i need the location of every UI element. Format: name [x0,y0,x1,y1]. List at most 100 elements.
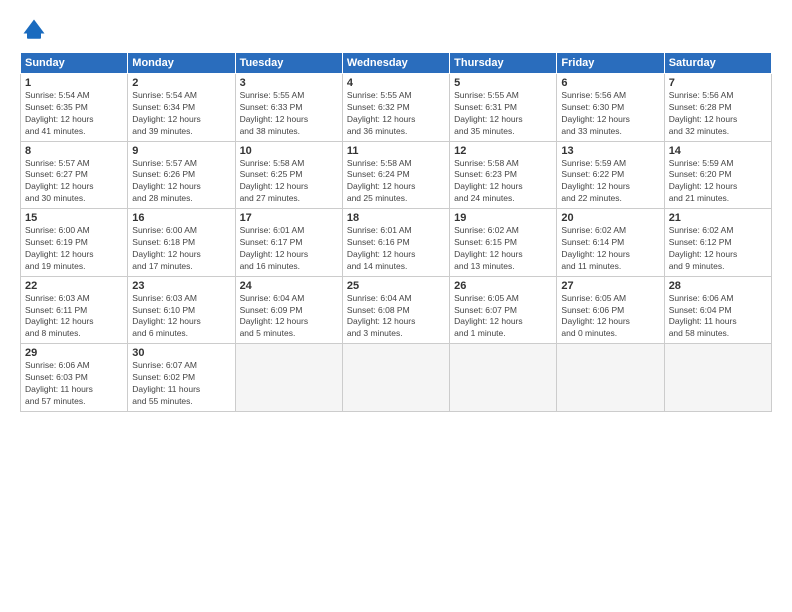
day-number: 26 [454,280,552,292]
day-cell: 19Sunrise: 6:02 AM Sunset: 6:15 PM Dayli… [450,209,557,277]
day-cell: 12Sunrise: 5:58 AM Sunset: 6:23 PM Dayli… [450,141,557,209]
day-info: Sunrise: 6:04 AM Sunset: 6:08 PM Dayligh… [347,293,445,341]
day-cell: 25Sunrise: 6:04 AM Sunset: 6:08 PM Dayli… [342,276,449,344]
day-info: Sunrise: 5:55 AM Sunset: 6:33 PM Dayligh… [240,90,338,138]
day-info: Sunrise: 5:57 AM Sunset: 6:26 PM Dayligh… [132,158,230,206]
day-number: 28 [669,280,767,292]
day-number: 5 [454,77,552,89]
day-info: Sunrise: 5:54 AM Sunset: 6:34 PM Dayligh… [132,90,230,138]
day-number: 16 [132,212,230,224]
week-row-1: 1Sunrise: 5:54 AM Sunset: 6:35 PM Daylig… [21,74,772,142]
col-header-wednesday: Wednesday [342,53,449,74]
day-info: Sunrise: 5:59 AM Sunset: 6:22 PM Dayligh… [561,158,659,206]
day-number: 10 [240,145,338,157]
day-info: Sunrise: 6:05 AM Sunset: 6:06 PM Dayligh… [561,293,659,341]
day-number: 14 [669,145,767,157]
day-info: Sunrise: 6:01 AM Sunset: 6:17 PM Dayligh… [240,225,338,273]
day-cell: 7Sunrise: 5:56 AM Sunset: 6:28 PM Daylig… [664,74,771,142]
day-number: 29 [25,347,123,359]
day-cell [450,344,557,412]
day-number: 13 [561,145,659,157]
day-cell: 29Sunrise: 6:06 AM Sunset: 6:03 PM Dayli… [21,344,128,412]
day-info: Sunrise: 5:55 AM Sunset: 6:31 PM Dayligh… [454,90,552,138]
day-cell: 10Sunrise: 5:58 AM Sunset: 6:25 PM Dayli… [235,141,342,209]
day-cell: 27Sunrise: 6:05 AM Sunset: 6:06 PM Dayli… [557,276,664,344]
day-cell [342,344,449,412]
day-cell [557,344,664,412]
day-cell: 5Sunrise: 5:55 AM Sunset: 6:31 PM Daylig… [450,74,557,142]
day-number: 19 [454,212,552,224]
col-header-monday: Monday [128,53,235,74]
day-number: 25 [347,280,445,292]
day-info: Sunrise: 5:59 AM Sunset: 6:20 PM Dayligh… [669,158,767,206]
day-info: Sunrise: 6:07 AM Sunset: 6:02 PM Dayligh… [132,360,230,408]
day-info: Sunrise: 5:58 AM Sunset: 6:23 PM Dayligh… [454,158,552,206]
day-info: Sunrise: 6:05 AM Sunset: 6:07 PM Dayligh… [454,293,552,341]
day-number: 7 [669,77,767,89]
day-number: 21 [669,212,767,224]
week-row-5: 29Sunrise: 6:06 AM Sunset: 6:03 PM Dayli… [21,344,772,412]
day-number: 11 [347,145,445,157]
week-row-3: 15Sunrise: 6:00 AM Sunset: 6:19 PM Dayli… [21,209,772,277]
day-number: 8 [25,145,123,157]
calendar-page: SundayMondayTuesdayWednesdayThursdayFrid… [0,0,792,612]
header-row: SundayMondayTuesdayWednesdayThursdayFrid… [21,53,772,74]
day-cell: 1Sunrise: 5:54 AM Sunset: 6:35 PM Daylig… [21,74,128,142]
day-info: Sunrise: 5:57 AM Sunset: 6:27 PM Dayligh… [25,158,123,206]
day-cell: 11Sunrise: 5:58 AM Sunset: 6:24 PM Dayli… [342,141,449,209]
day-cell: 4Sunrise: 5:55 AM Sunset: 6:32 PM Daylig… [342,74,449,142]
day-info: Sunrise: 6:03 AM Sunset: 6:11 PM Dayligh… [25,293,123,341]
col-header-tuesday: Tuesday [235,53,342,74]
day-cell: 6Sunrise: 5:56 AM Sunset: 6:30 PM Daylig… [557,74,664,142]
day-number: 12 [454,145,552,157]
day-number: 4 [347,77,445,89]
day-cell: 8Sunrise: 5:57 AM Sunset: 6:27 PM Daylig… [21,141,128,209]
day-info: Sunrise: 6:04 AM Sunset: 6:09 PM Dayligh… [240,293,338,341]
day-number: 18 [347,212,445,224]
day-cell: 18Sunrise: 6:01 AM Sunset: 6:16 PM Dayli… [342,209,449,277]
day-number: 20 [561,212,659,224]
day-cell: 23Sunrise: 6:03 AM Sunset: 6:10 PM Dayli… [128,276,235,344]
day-info: Sunrise: 5:54 AM Sunset: 6:35 PM Dayligh… [25,90,123,138]
day-number: 15 [25,212,123,224]
day-info: Sunrise: 5:58 AM Sunset: 6:25 PM Dayligh… [240,158,338,206]
week-row-2: 8Sunrise: 5:57 AM Sunset: 6:27 PM Daylig… [21,141,772,209]
day-number: 6 [561,77,659,89]
day-cell [235,344,342,412]
day-cell [664,344,771,412]
day-number: 9 [132,145,230,157]
day-cell: 24Sunrise: 6:04 AM Sunset: 6:09 PM Dayli… [235,276,342,344]
day-cell: 3Sunrise: 5:55 AM Sunset: 6:33 PM Daylig… [235,74,342,142]
day-info: Sunrise: 6:00 AM Sunset: 6:18 PM Dayligh… [132,225,230,273]
day-info: Sunrise: 5:56 AM Sunset: 6:28 PM Dayligh… [669,90,767,138]
week-row-4: 22Sunrise: 6:03 AM Sunset: 6:11 PM Dayli… [21,276,772,344]
day-number: 27 [561,280,659,292]
logo-icon [20,16,48,44]
day-info: Sunrise: 6:02 AM Sunset: 6:14 PM Dayligh… [561,225,659,273]
day-cell: 22Sunrise: 6:03 AM Sunset: 6:11 PM Dayli… [21,276,128,344]
logo [20,16,52,44]
col-header-thursday: Thursday [450,53,557,74]
day-number: 2 [132,77,230,89]
page-header [20,16,772,44]
day-number: 17 [240,212,338,224]
day-info: Sunrise: 6:02 AM Sunset: 6:15 PM Dayligh… [454,225,552,273]
day-cell: 17Sunrise: 6:01 AM Sunset: 6:17 PM Dayli… [235,209,342,277]
day-cell: 14Sunrise: 5:59 AM Sunset: 6:20 PM Dayli… [664,141,771,209]
day-number: 23 [132,280,230,292]
day-info: Sunrise: 6:00 AM Sunset: 6:19 PM Dayligh… [25,225,123,273]
day-cell: 28Sunrise: 6:06 AM Sunset: 6:04 PM Dayli… [664,276,771,344]
day-number: 22 [25,280,123,292]
calendar-table: SundayMondayTuesdayWednesdayThursdayFrid… [20,52,772,412]
col-header-sunday: Sunday [21,53,128,74]
day-info: Sunrise: 5:58 AM Sunset: 6:24 PM Dayligh… [347,158,445,206]
day-info: Sunrise: 6:02 AM Sunset: 6:12 PM Dayligh… [669,225,767,273]
day-cell: 2Sunrise: 5:54 AM Sunset: 6:34 PM Daylig… [128,74,235,142]
day-cell: 21Sunrise: 6:02 AM Sunset: 6:12 PM Dayli… [664,209,771,277]
col-header-friday: Friday [557,53,664,74]
col-header-saturday: Saturday [664,53,771,74]
day-cell: 20Sunrise: 6:02 AM Sunset: 6:14 PM Dayli… [557,209,664,277]
day-number: 24 [240,280,338,292]
day-cell: 15Sunrise: 6:00 AM Sunset: 6:19 PM Dayli… [21,209,128,277]
day-number: 3 [240,77,338,89]
